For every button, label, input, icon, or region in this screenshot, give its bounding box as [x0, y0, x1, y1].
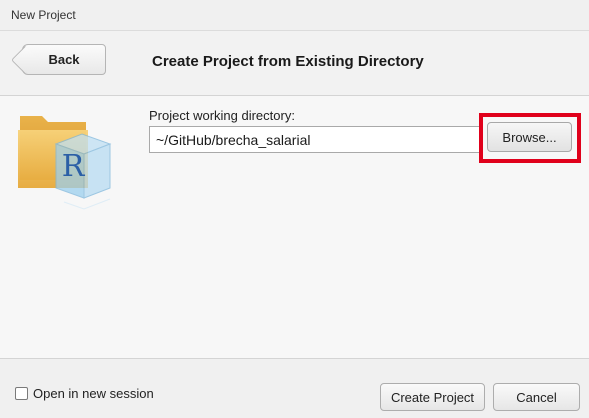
wizard-content: R Project working directory: ~/GitHub/br…: [0, 96, 589, 358]
page-title: Create Project from Existing Directory: [152, 53, 424, 70]
create-project-button[interactable]: Create Project: [380, 383, 485, 411]
window-titlebar: New Project: [0, 0, 589, 31]
directory-label: Project working directory:: [149, 108, 295, 123]
directory-field[interactable]: ~/GitHub/brecha_salarial: [149, 126, 480, 153]
window-title: New Project: [11, 8, 76, 22]
wizard-header: Back Create Project from Existing Direct…: [0, 31, 589, 96]
wizard-footer: Open in new session Create Project Cance…: [0, 358, 589, 418]
r-project-folder-icon: R: [18, 116, 112, 210]
open-new-session-checkbox[interactable]: [15, 387, 28, 400]
back-button-label: Back: [48, 52, 80, 67]
svg-text:R: R: [62, 149, 86, 184]
open-new-session-label[interactable]: Open in new session: [33, 386, 154, 401]
browse-button[interactable]: Browse...: [487, 122, 572, 152]
back-button[interactable]: Back: [22, 44, 106, 75]
cancel-button[interactable]: Cancel: [493, 383, 580, 411]
